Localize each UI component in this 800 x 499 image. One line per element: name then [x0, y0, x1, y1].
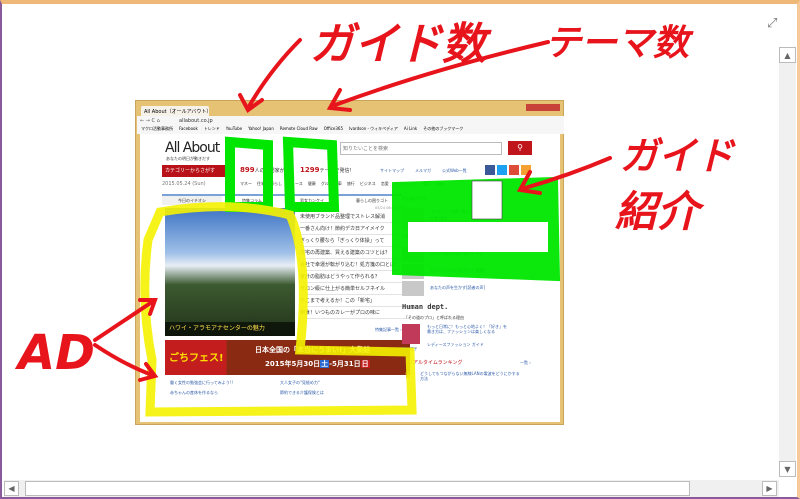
annotation-theme-count: テーマ数	[545, 23, 690, 64]
annotation-layer	[93, 38, 612, 417]
annotation-guide-count: ガイド数	[310, 19, 486, 70]
redacted-box	[471, 180, 503, 220]
annotation-guide-intro-2: 紹介	[615, 187, 700, 236]
arrow-guide-count	[238, 38, 302, 113]
yellow-highlight-ad	[140, 202, 417, 417]
guide-intro-whitebox-left	[408, 222, 548, 252]
green-highlight-theme-count	[282, 136, 340, 212]
annotation-guide-intro-1: ガイド	[620, 134, 735, 178]
annotation-ad: AD	[18, 325, 95, 381]
green-highlight-guide-count	[225, 136, 273, 212]
